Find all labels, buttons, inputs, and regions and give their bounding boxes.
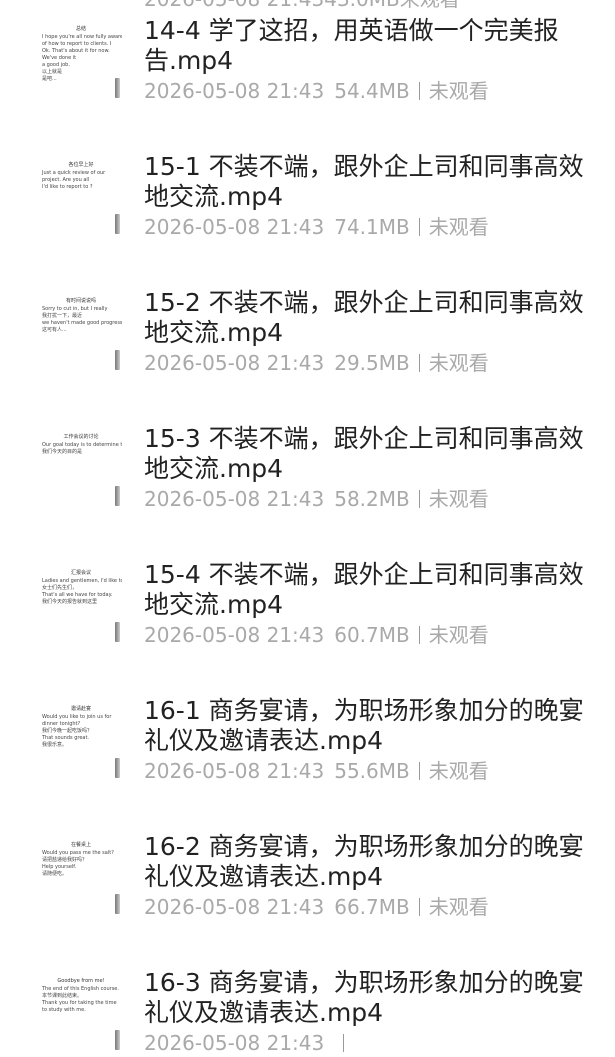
video-thumbnail[interactable]: 有时间说说吗 Sorry to cut in, but I really 我打扰一下…: [40, 294, 122, 374]
thumbnail-line: 各位早上好: [68, 162, 94, 168]
thumbnail-line: 我很乐意。: [42, 742, 68, 748]
thumbnail-line: That's all we have for today.: [42, 592, 113, 598]
thumbnail-line: 工作会议的讨论: [63, 434, 99, 440]
video-thumbnail[interactable]: 总结 I hope you're all now fully aware of ho…: [40, 22, 122, 102]
file-title[interactable]: 16-1 商务宴请，为职场形象加分的晚宴礼仪及邀请表达.mp4: [144, 696, 584, 756]
thumbnail-line: 在餐桌上: [70, 842, 91, 848]
thumbnail-line: Would you like to join us for: [42, 714, 112, 720]
thumbnail-line: 我们今天的报告就到这里: [42, 599, 98, 605]
file-title[interactable]: 15-3 不装不端，跟外企上司和同事高效地交流.mp4: [144, 424, 584, 484]
meta-separator: [418, 354, 420, 372]
video-file-item[interactable]: 邀请赴宴 Would you like to join us for dinner …: [0, 644, 615, 783]
thumbnail-line: project. Are you all: [42, 177, 90, 183]
file-title[interactable]: 16-2 商务宴请，为职场形象加分的晚宴礼仪及邀请表达.mp4: [144, 832, 584, 892]
thumbnail-edge-marker: [115, 350, 120, 370]
thumbnail-caption-text: 工作会议的讨论 Our goal today is to determine th…: [40, 430, 122, 456]
thumbnail-line: The end of this English course.: [42, 986, 119, 992]
video-file-item[interactable]: 总结 I hope you're all now fully aware of ho…: [0, 0, 615, 103]
video-thumbnail[interactable]: 邀请赴宴 Would you like to join us for dinner …: [40, 702, 122, 782]
thumbnail-line: 我打扰一下，最近: [42, 313, 83, 319]
thumbnail-line: we haven't made good progress.: [42, 320, 122, 326]
thumbnail-line: 有时间说说吗: [65, 298, 96, 304]
thumbnail-line: of how to report to clients. I: [42, 41, 112, 47]
thumbnail-line: a good job.: [42, 62, 70, 68]
file-title[interactable]: 15-1 不装不端，跟外企上司和同事高效地交流.mp4: [144, 152, 584, 212]
thumbnail-caption-text: Goodbye from me! The end of this English …: [40, 974, 122, 1014]
thumbnail-edge-marker: [115, 622, 120, 642]
meta-separator: [418, 898, 420, 916]
meta-separator: [418, 626, 420, 644]
video-thumbnail[interactable]: 工作会议的讨论 Our goal today is to determine th…: [40, 430, 122, 510]
thumbnail-line: I hope you're all now fully aware: [42, 34, 122, 40]
thumbnail-line: 总结: [75, 26, 86, 32]
thumbnail-line: We've done it: [42, 55, 77, 61]
thumbnail-line: 我们今晚一起吃饭吗？: [42, 728, 93, 734]
thumbnail-edge-marker: [115, 894, 120, 914]
thumbnail-line: 女士们先生们，: [42, 585, 78, 591]
video-file-list: 总结 I hope you're all now fully aware of ho…: [0, 0, 615, 1055]
thumbnail-line: 请把盐递给我好吗？: [42, 857, 88, 863]
video-file-item[interactable]: 各位早上好 Just a quick review of our project. …: [0, 100, 615, 239]
thumbnail-caption-text: 各位早上好 Just a quick review of our project. …: [40, 158, 122, 191]
thumbnail-caption-text: 总结 I hope you're all now fully aware of ho…: [40, 22, 122, 83]
file-title[interactable]: 15-2 不装不端，跟外企上司和同事高效地交流.mp4: [144, 288, 584, 348]
file-title[interactable]: 16-3 商务宴请，为职场形象加分的晚宴礼仪及邀请表达.mp4: [144, 968, 584, 1028]
thumbnail-line: I'd like to report to ?: [42, 184, 93, 190]
thumbnail-line: 本节课到此结束。: [42, 993, 83, 999]
thumbnail-caption-text: 汇报会议 Ladies and gentlemen, I'd like to 女士们…: [40, 566, 122, 606]
file-date: 2026-05-08 21:43: [144, 1031, 325, 1055]
thumbnail-line: 以上就是: [42, 69, 63, 75]
file-meta: 2026-05-08 21:43: [144, 1030, 353, 1056]
thumbnail-edge-marker: [115, 758, 120, 778]
thumbnail-line: Thank you for taking the time: [42, 1000, 117, 1006]
thumbnail-line: 请随便吃。: [42, 871, 68, 877]
thumbnail-line: Ok. That's about it for now.: [42, 48, 110, 54]
video-file-item[interactable]: 汇报会议 Ladies and gentlemen, I'd like to 女士们…: [0, 508, 615, 647]
thumbnail-line: 邀请赴宴: [70, 706, 91, 712]
thumbnail-line: Would you pass me the salt?: [42, 850, 114, 856]
file-title[interactable]: 15-4 不装不端，跟外企上司和同事高效地交流.mp4: [144, 560, 584, 620]
thumbnail-line: to study with me.: [42, 1007, 86, 1013]
thumbnail-caption-text: 有时间说说吗 Sorry to cut in, but I really 我打扰一下…: [40, 294, 122, 334]
meta-separator: [418, 490, 420, 508]
thumbnail-line: 我们今天的目的是: [42, 449, 83, 455]
thumbnail-line: 是吧...: [42, 76, 57, 82]
video-thumbnail[interactable]: 各位早上好 Just a quick review of our project. …: [40, 158, 122, 238]
file-title[interactable]: 14-4 学了这招，用英语做一个完美报告.mp4: [144, 16, 584, 76]
thumbnail-edge-marker: [115, 486, 120, 506]
video-file-item[interactable]: Goodbye from me! The end of this English …: [0, 916, 615, 1055]
video-file-item[interactable]: 工作会议的讨论 Our goal today is to determine th…: [0, 372, 615, 511]
meta-separator: [418, 218, 420, 236]
thumbnail-line: Ladies and gentlemen, I'd like to: [42, 578, 122, 584]
thumbnail-line: Help yourself.: [42, 864, 77, 870]
thumbnail-edge-marker: [115, 1030, 120, 1050]
thumbnail-line: 这可有人...: [42, 327, 67, 333]
thumbnail-line: That sounds great.: [42, 735, 90, 741]
thumbnail-line: Goodbye from me!: [57, 978, 105, 984]
thumbnail-line: Our goal today is to determine the best: [42, 442, 122, 448]
thumbnail-line: dinner tonight?: [42, 721, 81, 727]
thumbnail-edge-marker: [115, 78, 120, 98]
thumbnail-line: 汇报会议: [70, 570, 91, 576]
video-thumbnail[interactable]: 汇报会议 Ladies and gentlemen, I'd like to 女士们…: [40, 566, 122, 646]
thumbnail-caption-text: 邀请赴宴 Would you like to join us for dinner …: [40, 702, 122, 749]
meta-separator: [343, 1034, 345, 1052]
thumbnail-caption-text: 在餐桌上 Would you pass me the salt? 请把盐递给我好吗？…: [40, 838, 122, 878]
video-file-item[interactable]: 有时间说说吗 Sorry to cut in, but I really 我打扰一下…: [0, 236, 615, 375]
thumbnail-line: Sorry to cut in, but I really: [42, 306, 108, 312]
meta-separator: [418, 762, 420, 780]
thumbnail-edge-marker: [115, 214, 120, 234]
video-thumbnail[interactable]: Goodbye from me! The end of this English …: [40, 974, 122, 1054]
video-file-item[interactable]: 在餐桌上 Would you pass me the salt? 请把盐递给我好吗？…: [0, 780, 615, 919]
thumbnail-line: Just a quick review of our: [42, 170, 106, 176]
meta-separator: [418, 82, 420, 100]
video-thumbnail[interactable]: 在餐桌上 Would you pass me the salt? 请把盐递给我好吗？…: [40, 838, 122, 918]
